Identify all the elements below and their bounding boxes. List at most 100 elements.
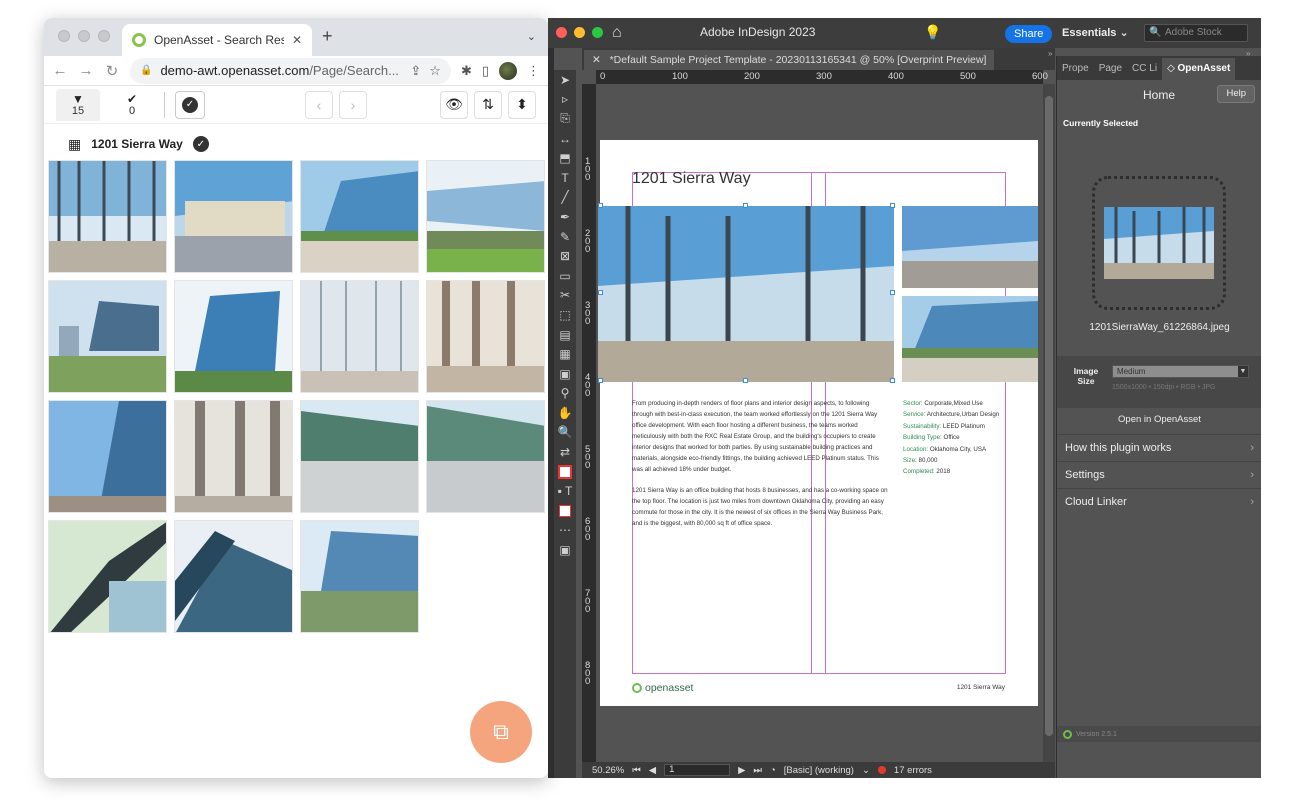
zoom-window-button[interactable]: [592, 27, 603, 38]
selection-handle[interactable]: [743, 203, 748, 208]
zoom-tool-icon[interactable]: 🔍: [554, 423, 576, 443]
content-collector-icon[interactable]: ⬒: [554, 148, 576, 168]
zoom-level[interactable]: 50.26%: [592, 765, 624, 776]
vertical-scrollbar[interactable]: [1043, 84, 1055, 764]
back-icon[interactable]: ←: [52, 62, 68, 79]
how-plugin-works-link[interactable]: How this plugin works ›: [1057, 434, 1261, 460]
image-thumbnail[interactable]: [174, 400, 293, 513]
image-thumbnail[interactable]: [174, 520, 293, 633]
gap-tool-icon[interactable]: ↔: [554, 129, 576, 149]
url-bar[interactable]: 🔒 demo-awt.openasset.com/Page/Search... …: [130, 57, 451, 84]
direct-selection-tool-icon[interactable]: ▹: [554, 90, 576, 110]
selection-handle[interactable]: [598, 290, 603, 295]
scissors-tool-icon[interactable]: ✂: [554, 286, 576, 306]
pen-tool-icon[interactable]: ✒: [554, 207, 576, 227]
adobe-stock-search[interactable]: 🔍 Adobe Stock: [1144, 24, 1248, 42]
previous-page-button[interactable]: ‹: [305, 90, 333, 119]
help-button[interactable]: Help: [1217, 85, 1255, 103]
selection-handle[interactable]: [890, 203, 895, 208]
tab-properties[interactable]: Prope: [1057, 58, 1094, 80]
forward-icon[interactable]: →: [78, 62, 94, 79]
close-window-button[interactable]: [556, 27, 567, 38]
url-text[interactable]: demo-awt.openasset.com/Page/Search...: [160, 63, 402, 78]
preflight-dropdown-icon[interactable]: ⌄: [862, 765, 870, 776]
first-page-icon[interactable]: ⏮: [632, 765, 641, 776]
image-thumbnail[interactable]: [174, 160, 293, 273]
tab-pages[interactable]: Page: [1094, 58, 1127, 80]
formatting-affects-container-icon[interactable]: ▪ T: [554, 481, 576, 501]
open-in-indesign-fab-button[interactable]: ⧉: [470, 701, 532, 763]
share-icon[interactable]: ⇪: [410, 63, 421, 79]
screen-mode-icon[interactable]: ⋯: [554, 521, 576, 541]
gradient-feather-tool-icon[interactable]: ▦: [554, 344, 576, 364]
selection-handle[interactable]: [890, 378, 895, 383]
page-number-field[interactable]: 1: [664, 764, 731, 776]
selection-handle[interactable]: [890, 290, 895, 295]
next-page-icon[interactable]: ▶: [738, 765, 745, 776]
page-title[interactable]: 1201 Sierra Way: [632, 170, 751, 188]
image-thumbnail[interactable]: [300, 160, 419, 273]
new-tab-button[interactable]: +: [322, 26, 333, 47]
selection-handle[interactable]: [598, 378, 603, 383]
rectangle-frame-tool-icon[interactable]: ⊠: [554, 246, 576, 266]
sort-direction-icon[interactable]: ⬍: [508, 90, 536, 119]
tab-search-button[interactable]: ⌄: [527, 30, 536, 43]
browser-tab[interactable]: OpenAsset - Search Results ✕: [122, 24, 312, 56]
pencil-tool-icon[interactable]: ✎: [554, 227, 576, 247]
last-page-icon[interactable]: ⏭: [753, 765, 762, 776]
panel-home-title[interactable]: Home: [1143, 88, 1175, 102]
image-thumbnail[interactable]: [48, 160, 167, 273]
gradient-tool-icon[interactable]: ▤: [554, 325, 576, 345]
main-image-frame[interactable]: [598, 206, 894, 382]
image-thumbnail[interactable]: [300, 280, 419, 393]
hand-tool-icon[interactable]: ✋: [554, 403, 576, 423]
home-icon[interactable]: ⌂: [612, 24, 622, 42]
preview-eye-icon[interactable]: 👁: [440, 90, 468, 119]
body-text-frame[interactable]: From producing in-depth renders of floor…: [632, 398, 890, 539]
tab-cc-libraries[interactable]: CC Li: [1127, 58, 1162, 80]
image-thumbnail[interactable]: [174, 280, 293, 393]
lightbulb-icon[interactable]: 💡: [924, 24, 941, 41]
image-thumbnail[interactable]: [48, 400, 167, 513]
bookmark-star-icon[interactable]: ☆: [429, 63, 441, 79]
document-tab-close-icon[interactable]: ✕: [592, 54, 601, 66]
error-count[interactable]: 17 errors: [894, 765, 932, 776]
fill-stroke-swatch-icon[interactable]: [554, 462, 576, 482]
open-in-openasset-button[interactable]: Open in OpenAsset: [1057, 414, 1261, 425]
eyedropper-tool-icon[interactable]: ⚲: [554, 384, 576, 404]
cloud-linker-link[interactable]: Cloud Linker ›: [1057, 488, 1261, 514]
reload-icon[interactable]: ↻: [104, 62, 120, 80]
scrollbar-thumb[interactable]: [1045, 96, 1053, 736]
selection-handle[interactable]: [743, 378, 748, 383]
selected-image-drop-zone[interactable]: [1092, 176, 1226, 310]
image-thumbnail[interactable]: [300, 400, 419, 513]
image-thumbnail[interactable]: [426, 280, 545, 393]
minimize-window-button[interactable]: [574, 27, 585, 38]
share-button[interactable]: Share: [1005, 25, 1053, 43]
document-tab[interactable]: ✕ *Default Sample Project Template - 202…: [584, 50, 995, 70]
lock-icon[interactable]: 🔒: [140, 65, 152, 76]
selected-tab[interactable]: ✔ 0: [110, 89, 154, 121]
filter-tab[interactable]: ▼ 15: [56, 88, 100, 121]
image-thumbnail[interactable]: [48, 520, 167, 633]
preflight-icon[interactable]: ◔: [770, 765, 776, 776]
note-tool-icon[interactable]: ▣: [554, 364, 576, 384]
minimize-window-button[interactable]: [78, 30, 90, 42]
image-thumbnail[interactable]: [426, 160, 545, 273]
zoom-window-button[interactable]: [98, 30, 110, 42]
previous-page-icon[interactable]: ◀: [649, 765, 656, 776]
select-all-button[interactable]: ✓: [175, 90, 205, 119]
preflight-profile[interactable]: [Basic] (working): [784, 765, 854, 776]
project-select-icon[interactable]: ✓: [192, 136, 209, 152]
tertiary-image-frame[interactable]: [902, 296, 1038, 382]
sort-icon[interactable]: ⇅: [474, 90, 502, 119]
workspace-switcher[interactable]: Essentials ⌄: [1062, 26, 1129, 39]
extensions-puzzle-icon[interactable]: ✱: [461, 63, 472, 79]
free-transform-tool-icon[interactable]: ⬚: [554, 305, 576, 325]
next-page-button[interactable]: ›: [339, 90, 367, 119]
project-meta-frame[interactable]: Sector: Corporate,Mixed Use Service: Arc…: [903, 398, 1011, 478]
side-panel-icon[interactable]: ▯: [482, 63, 489, 79]
line-tool-icon[interactable]: ╱: [554, 188, 576, 208]
close-window-button[interactable]: [58, 30, 70, 42]
selection-handle[interactable]: [598, 203, 603, 208]
